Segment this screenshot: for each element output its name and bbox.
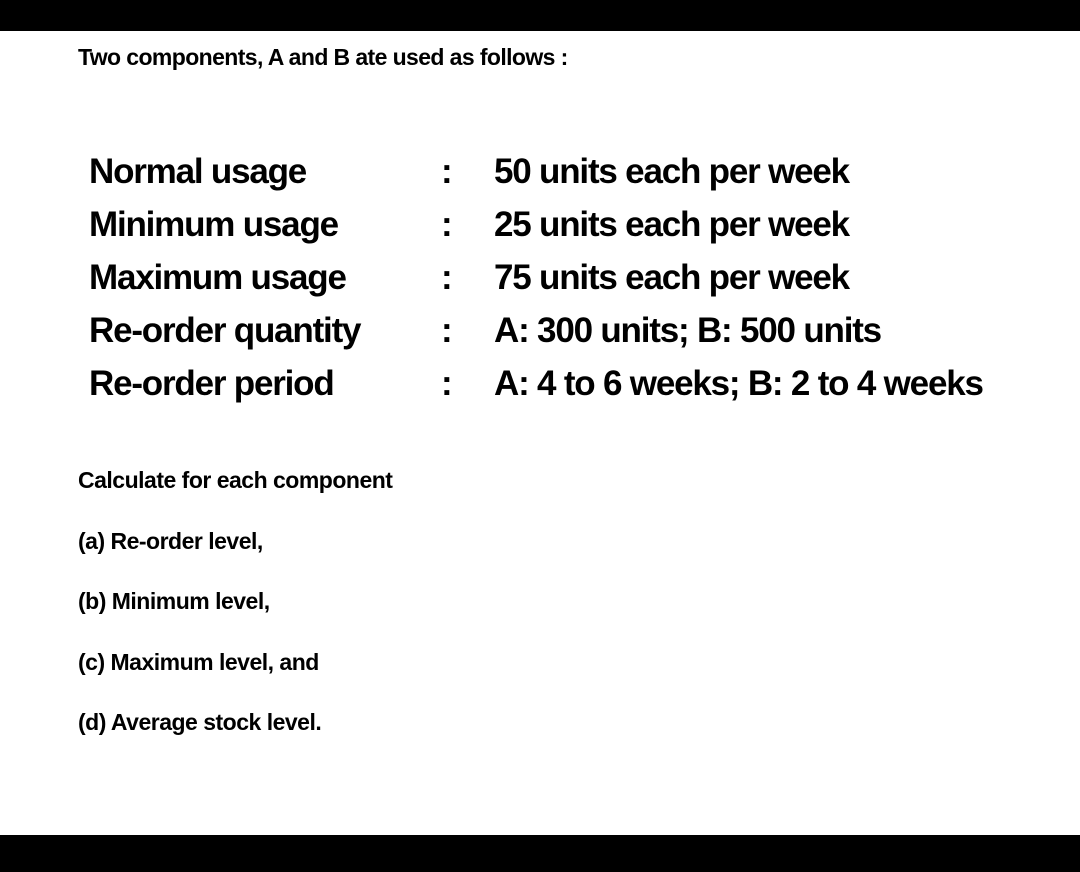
usage-separator: : — [441, 152, 453, 191]
task-item-c: (c) Maximum level, and — [78, 648, 319, 675]
task-item-d: (d) Average stock level. — [78, 709, 322, 735]
usage-separator: : — [441, 364, 453, 403]
usage-label: Re-order period — [89, 364, 335, 403]
intro-text: Two components, A and B ate used as foll… — [78, 44, 568, 70]
usage-separator: : — [441, 258, 453, 297]
usage-separator: : — [441, 205, 453, 244]
task-item-b: (b) Minimum level, — [78, 588, 270, 614]
task-heading: Calculate for each component — [78, 467, 393, 493]
usage-value: 50 units each per week — [494, 152, 850, 191]
bottom-black-bar — [0, 835, 1080, 872]
usage-separator: : — [441, 311, 453, 350]
usage-label: Normal usage — [89, 152, 307, 191]
task-list: Calculate for each component (a) Re-orde… — [78, 462, 393, 765]
usage-value: A: 4 to 6 weeks; B: 2 to 4 weeks — [494, 364, 984, 403]
usage-value: 25 units each per week — [494, 205, 850, 244]
task-item-a: (a) Re-order level, — [78, 527, 263, 554]
top-black-bar — [0, 0, 1080, 31]
usage-value: 75 units each per week — [494, 258, 850, 297]
usage-value: A: 300 units; B: 500 units — [494, 311, 882, 350]
usage-label: Minimum usage — [89, 205, 339, 244]
usage-label: Re-order quantity — [89, 311, 361, 350]
usage-label: Maximum usage — [89, 258, 347, 297]
